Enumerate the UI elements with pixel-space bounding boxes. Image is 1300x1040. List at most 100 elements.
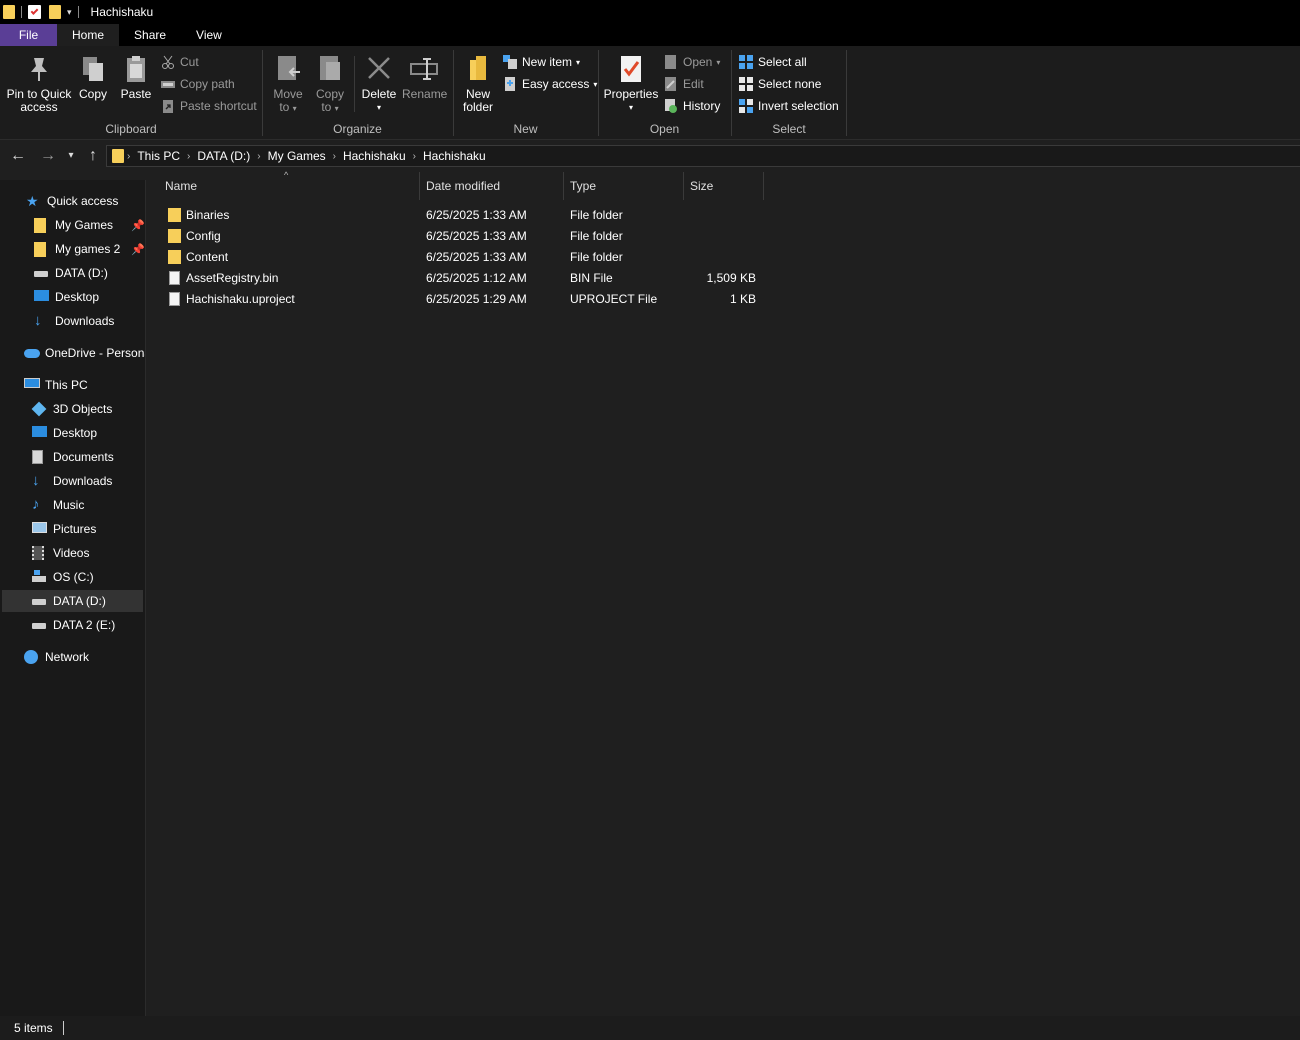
up-arrow-icon[interactable]: ↑ bbox=[83, 144, 103, 168]
sidebar-item-my-games[interactable]: My Games bbox=[34, 214, 113, 236]
properties-button[interactable]: Properties ▾ bbox=[603, 54, 659, 114]
file-row-uproject[interactable]: Hachishaku.uproject 6/25/2025 1:29 AM UP… bbox=[147, 289, 767, 310]
sidebar-item-documents[interactable]: Documents bbox=[32, 446, 114, 468]
sidebar-item-data-2-e[interactable]: DATA 2 (E:) bbox=[32, 614, 115, 636]
breadcrumb-this-pc[interactable]: This PC bbox=[133, 149, 184, 163]
sidebar-item-3d-objects[interactable]: 3D Objects bbox=[31, 398, 112, 420]
clipboard-icon bbox=[122, 54, 150, 84]
copy-path-button[interactable]: Copy path bbox=[161, 75, 235, 93]
new-item-button[interactable]: New item ▾ bbox=[503, 53, 580, 71]
breadcrumb-hachishaku-parent[interactable]: Hachishaku bbox=[339, 149, 410, 163]
cut-label: Cut bbox=[180, 55, 199, 69]
sidebar-item-label: Quick access bbox=[47, 194, 119, 208]
sidebar-item-data-d[interactable]: DATA (D:) bbox=[2, 590, 143, 612]
file-name: Hachishaku.uproject bbox=[186, 292, 295, 306]
properties-label: Properties bbox=[603, 87, 659, 101]
download-arrow-icon: ↓ bbox=[34, 312, 42, 329]
chevron-right-icon[interactable]: › bbox=[330, 151, 339, 162]
rename-icon bbox=[410, 54, 438, 84]
column-header-size[interactable]: Size bbox=[684, 172, 764, 200]
breadcrumb-hachishaku-current[interactable]: Hachishaku bbox=[419, 149, 490, 163]
sidebar-item-desktop[interactable]: Desktop bbox=[32, 422, 97, 444]
cut-button[interactable]: Cut bbox=[161, 53, 199, 71]
new-folder-button[interactable]: New folder bbox=[460, 54, 496, 114]
sidebar-item-label: OneDrive - Persona bbox=[45, 346, 146, 360]
column-header-type[interactable]: Type bbox=[564, 172, 684, 200]
chevron-down-icon: ▾ bbox=[628, 103, 633, 112]
folder-icon bbox=[168, 229, 181, 243]
new-group-label: New bbox=[513, 122, 538, 136]
new-folder-quick-icon[interactable] bbox=[49, 5, 61, 19]
address-bar[interactable]: › This PC › DATA (D:) › My Games › Hachi… bbox=[106, 145, 1300, 167]
breadcrumb-my-games[interactable]: My Games bbox=[264, 149, 330, 163]
back-arrow-icon[interactable]: ← bbox=[8, 144, 28, 168]
chevron-right-icon[interactable]: › bbox=[184, 151, 193, 162]
pin-icon[interactable]: 📌 bbox=[131, 243, 145, 256]
recent-locations-chevron-icon[interactable]: ▾ bbox=[64, 144, 78, 168]
ribbon-divider bbox=[846, 50, 847, 136]
sidebar-item-onedrive[interactable]: OneDrive - Persona bbox=[24, 342, 146, 364]
tab-share[interactable]: Share bbox=[119, 24, 181, 46]
pin-to-quick-access-button[interactable]: Pin to Quick access bbox=[6, 54, 72, 114]
copy-to-icon bbox=[316, 54, 344, 84]
cube-icon bbox=[31, 401, 48, 417]
easy-access-button[interactable]: Easy access ▾ bbox=[503, 75, 597, 93]
paste-button[interactable]: Paste bbox=[118, 54, 154, 101]
column-header-name[interactable]: Name bbox=[159, 172, 420, 200]
tab-view[interactable]: View bbox=[181, 24, 237, 46]
ribbon: Pin to Quick access Copy Paste Cut Copy … bbox=[0, 46, 1300, 140]
edit-button[interactable]: Edit bbox=[664, 75, 704, 93]
copy-to-button[interactable]: Copy to ▾ bbox=[313, 54, 347, 115]
move-to-label-2: to ▾ bbox=[279, 100, 297, 114]
move-to-button[interactable]: Move to ▾ bbox=[271, 54, 305, 115]
open-group: Properties ▾ Open ▾ Edit History Open bbox=[599, 46, 730, 140]
sidebar-item-videos[interactable]: Videos bbox=[32, 542, 89, 564]
delete-button[interactable]: Delete ▾ bbox=[360, 54, 398, 114]
file-row-config[interactable]: Config 6/25/2025 1:33 AM File folder bbox=[147, 226, 767, 247]
new-folder-icon bbox=[464, 54, 492, 84]
sidebar-item-pictures[interactable]: Pictures bbox=[32, 518, 96, 540]
sidebar-item-quick-access[interactable]: ★ Quick access bbox=[26, 190, 118, 212]
chevron-right-icon[interactable]: › bbox=[410, 151, 419, 162]
sidebar-item-quick-data-d[interactable]: DATA (D:) bbox=[34, 262, 108, 284]
file-icon bbox=[169, 292, 180, 306]
divider bbox=[77, 6, 79, 18]
pin-label-line2: access bbox=[20, 100, 58, 114]
organize-group: Move to ▾ Copy to ▾ Delete ▾ Rename Orga… bbox=[263, 46, 452, 140]
delete-x-icon bbox=[365, 54, 393, 84]
forward-arrow-icon[interactable]: → bbox=[38, 144, 58, 168]
file-row-assetregistry[interactable]: AssetRegistry.bin 6/25/2025 1:12 AM BIN … bbox=[147, 268, 767, 289]
column-header-date-modified[interactable]: Date modified bbox=[420, 172, 564, 200]
breadcrumb-data-d[interactable]: DATA (D:) bbox=[193, 149, 254, 163]
sidebar-item-label: Desktop bbox=[55, 290, 100, 304]
select-none-button[interactable]: Select none bbox=[739, 75, 821, 93]
properties-quick-icon[interactable] bbox=[28, 5, 41, 19]
divider bbox=[62, 1021, 64, 1035]
open-button[interactable]: Open ▾ bbox=[664, 53, 720, 71]
sidebar-item-label: My games 2 bbox=[55, 242, 121, 256]
chevron-right-icon[interactable]: › bbox=[124, 151, 133, 162]
copy-button[interactable]: Copy bbox=[77, 54, 109, 101]
file-icon bbox=[169, 271, 180, 285]
sidebar-item-network[interactable]: Network bbox=[24, 646, 89, 668]
sidebar-item-music[interactable]: ♪ Music bbox=[32, 494, 84, 516]
paste-shortcut-button[interactable]: Paste shortcut bbox=[161, 97, 257, 115]
pin-icon[interactable]: 📌 bbox=[131, 219, 145, 232]
customize-quick-access-icon[interactable]: ▾ bbox=[67, 7, 72, 18]
file-row-content[interactable]: Content 6/25/2025 1:33 AM File folder bbox=[147, 247, 767, 268]
file-row-binaries[interactable]: Binaries 6/25/2025 1:33 AM File folder bbox=[147, 205, 767, 226]
chevron-right-icon[interactable]: › bbox=[254, 151, 263, 162]
select-all-button[interactable]: Select all bbox=[739, 53, 807, 71]
invert-selection-button[interactable]: Invert selection bbox=[739, 97, 839, 115]
sidebar-item-os-c[interactable]: OS (C:) bbox=[32, 566, 94, 588]
tab-file[interactable]: File bbox=[0, 24, 57, 46]
history-button[interactable]: History bbox=[664, 97, 720, 115]
rename-button[interactable]: Rename bbox=[402, 54, 447, 101]
tab-home[interactable]: Home bbox=[57, 24, 120, 46]
sidebar-item-quick-desktop[interactable]: Desktop bbox=[34, 286, 99, 308]
sidebar-item-label: DATA (D:) bbox=[53, 594, 106, 608]
sidebar-item-my-games-2[interactable]: My games 2 bbox=[34, 238, 120, 260]
sidebar-item-this-pc[interactable]: This PC bbox=[24, 374, 88, 396]
sidebar-item-quick-downloads[interactable]: ↓ Downloads bbox=[34, 310, 114, 332]
sidebar-item-downloads[interactable]: ↓ Downloads bbox=[32, 470, 112, 492]
